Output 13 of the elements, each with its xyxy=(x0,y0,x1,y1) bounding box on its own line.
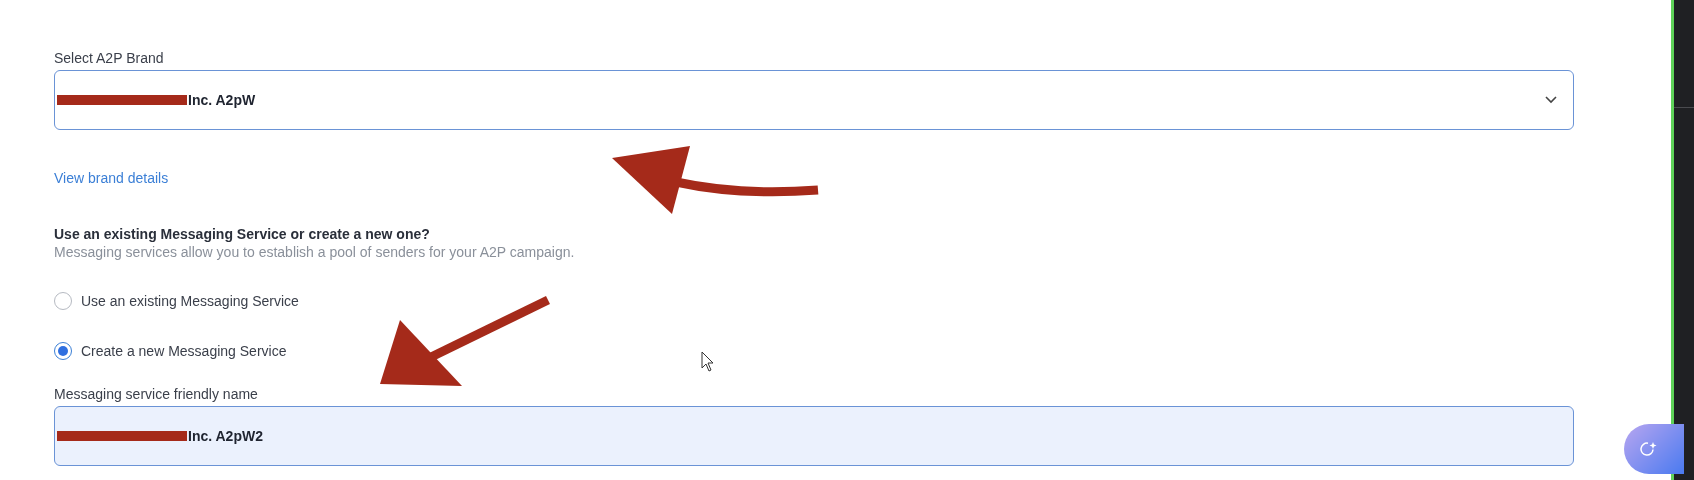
cursor-icon xyxy=(701,351,714,372)
brand-select[interactable]: Inc. A2pW xyxy=(54,70,1574,130)
radio-label: Create a new Messaging Service xyxy=(81,343,287,359)
radio-label: Use an existing Messaging Service xyxy=(81,293,299,309)
view-brand-details-link[interactable]: View brand details xyxy=(54,170,169,186)
chevron-down-icon xyxy=(1545,96,1557,104)
section-description: Messaging services allow you to establish a pool of senders for your A2P campaign. xyxy=(54,244,576,260)
section-question: Use an existing Messaging Service or create a new one? xyxy=(54,226,431,242)
sparkle-icon xyxy=(1640,440,1658,458)
field-label: Select A2P Brand xyxy=(54,50,164,66)
friendly-name-field[interactable]: Inc. A2pW2 xyxy=(54,406,1574,466)
field-label: Messaging service friendly name xyxy=(54,386,258,402)
assistant-button[interactable] xyxy=(1624,424,1684,474)
